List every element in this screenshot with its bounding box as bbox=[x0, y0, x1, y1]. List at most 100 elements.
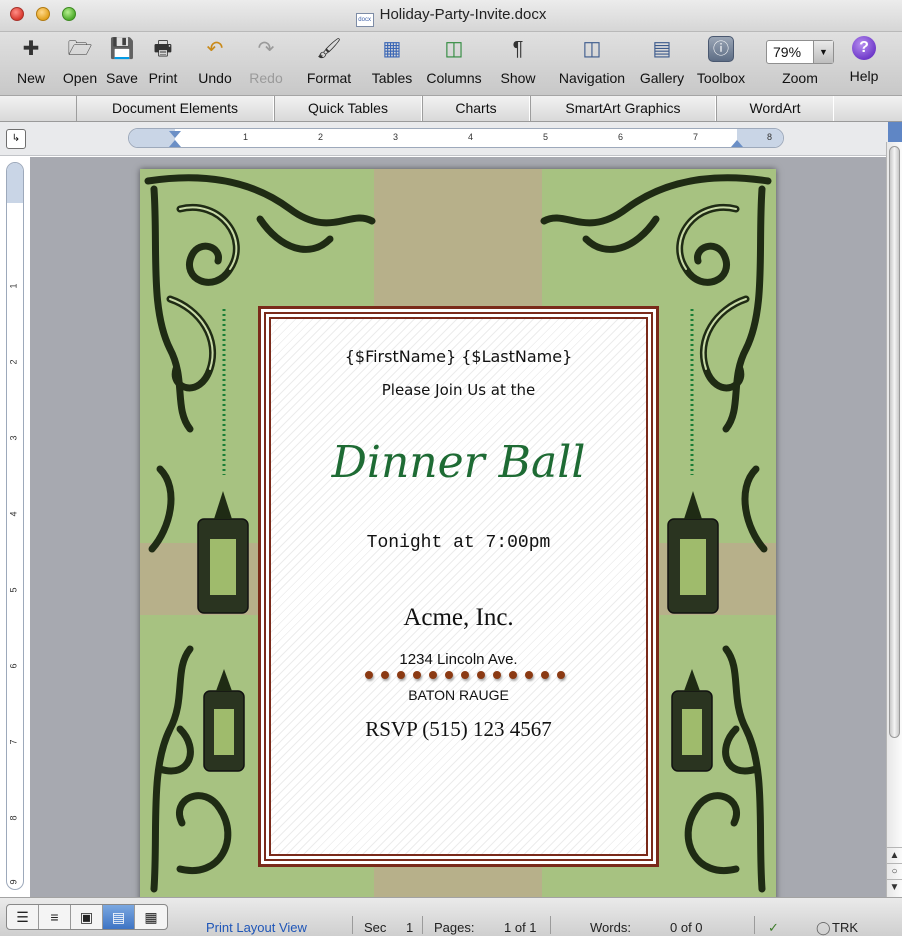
docx-file-icon: docx bbox=[355, 13, 374, 27]
new-document-icon: ✚ bbox=[22, 38, 40, 60]
vertical-scrollbar[interactable]: ▲ ○ ▼ bbox=[886, 142, 902, 897]
ruler-number: 5 bbox=[543, 132, 549, 142]
printer-icon: 🖶 bbox=[153, 38, 173, 60]
status-divider bbox=[352, 916, 353, 934]
notebook-layout-icon[interactable]: ▦ bbox=[135, 905, 167, 929]
save-disk-icon: 💾 bbox=[109, 38, 135, 60]
zoom-label-wrap: . Zoom bbox=[774, 36, 826, 86]
ruler-number: 3 bbox=[8, 435, 19, 441]
first-line-indent-marker[interactable] bbox=[169, 131, 181, 138]
ribbon-tab-bar: Document Elements Quick Tables Charts Sm… bbox=[0, 96, 902, 122]
track-changes-icon: ◯ bbox=[816, 920, 831, 935]
city-name[interactable]: BATON RAUGE bbox=[271, 687, 646, 703]
event-title[interactable]: Dinner Ball bbox=[271, 437, 646, 488]
help-button[interactable]: ? Help bbox=[842, 36, 886, 84]
show-button[interactable]: ¶ Show bbox=[496, 36, 540, 86]
format-brush-icon: 🖌 bbox=[316, 38, 342, 60]
track-changes-label[interactable]: TRK bbox=[832, 920, 858, 935]
current-view-label[interactable]: Print Layout View bbox=[206, 920, 307, 935]
toolbox-label: Toolbox bbox=[696, 70, 746, 86]
scroll-buttons: ▲ ○ ▼ bbox=[887, 847, 902, 895]
standard-toolbar: ✚ New 🗁 Open 💾 Save 🖶 Print ↶ Undo ↷ Red… bbox=[0, 32, 902, 96]
right-margin-area bbox=[737, 129, 783, 147]
redo-label: Redo bbox=[249, 70, 283, 86]
publishing-layout-icon[interactable]: ▣ bbox=[71, 905, 103, 929]
open-label: Open bbox=[62, 70, 98, 86]
new-button[interactable]: ✚ New bbox=[8, 36, 54, 86]
tab-stop-selector[interactable]: ↳ bbox=[6, 129, 26, 149]
invitation-page[interactable]: {$FirstName} {$LastName} Please Join Us … bbox=[140, 169, 776, 897]
divider-dot bbox=[461, 671, 469, 679]
navigation-button[interactable]: ◫ Navigation bbox=[552, 36, 632, 86]
divider-dot bbox=[525, 671, 533, 679]
tab-wordart[interactable]: WordArt bbox=[716, 96, 834, 121]
status-divider bbox=[422, 916, 423, 934]
tab-charts[interactable]: Charts bbox=[422, 96, 530, 121]
tab-quick-tables[interactable]: Quick Tables bbox=[274, 96, 422, 121]
undo-button[interactable]: ↶ Undo bbox=[192, 36, 238, 86]
undo-icon: ↶ bbox=[206, 38, 224, 60]
ruler-number: 8 bbox=[767, 132, 773, 142]
divider-dot bbox=[381, 671, 389, 679]
print-layout-view-icon[interactable]: ▤ bbox=[103, 905, 135, 929]
previous-page-icon[interactable]: ▲ bbox=[887, 847, 902, 863]
divider-dot bbox=[509, 671, 517, 679]
ruler-number: 1 bbox=[243, 132, 249, 142]
event-time[interactable]: Tonight at 7:00pm bbox=[271, 533, 646, 553]
invitation-intro[interactable]: Please Join Us at the bbox=[271, 381, 646, 399]
gallery-icon: ▤ bbox=[652, 38, 672, 60]
divider-dot bbox=[429, 671, 437, 679]
save-button[interactable]: 💾 Save bbox=[104, 36, 140, 86]
view-switcher: ☰ ≡ ▣ ▤ ▦ bbox=[6, 904, 168, 930]
toolbox-button[interactable]: ⓘ Toolbox bbox=[692, 36, 750, 86]
window-title-text: Holiday-Party-Invite.docx bbox=[379, 6, 547, 23]
vertical-ruler[interactable]: 1 2 3 4 5 6 7 8 9 bbox=[6, 162, 24, 890]
right-indent-marker[interactable] bbox=[731, 140, 743, 147]
horizontal-ruler[interactable]: 1 2 3 4 5 6 7 8 bbox=[128, 128, 784, 148]
draft-view-icon[interactable]: ☰ bbox=[7, 905, 39, 929]
columns-button[interactable]: ◫ Columns bbox=[424, 36, 484, 86]
pilcrow-icon: ¶ bbox=[512, 38, 524, 60]
status-divider bbox=[754, 916, 755, 934]
street-address[interactable]: 1234 Lincoln Ave. bbox=[271, 651, 646, 668]
words-value: 0 of 0 bbox=[670, 920, 703, 935]
guest-name-merge-fields[interactable]: {$FirstName} {$LastName} bbox=[271, 347, 646, 366]
divider-dot bbox=[397, 671, 405, 679]
document-canvas[interactable]: {$FirstName} {$LastName} Please Join Us … bbox=[30, 157, 886, 897]
show-label: Show bbox=[500, 70, 536, 86]
redo-button[interactable]: ↷ Redo bbox=[244, 36, 288, 86]
company-name[interactable]: Acme, Inc. bbox=[271, 604, 646, 632]
ruler-row: ↳ 1 2 3 4 5 6 7 8 bbox=[0, 122, 902, 156]
ruler-number: 8 bbox=[8, 815, 19, 821]
zoom-label: Zoom bbox=[782, 70, 818, 86]
status-divider bbox=[550, 916, 551, 934]
scroll-thumb[interactable] bbox=[889, 146, 900, 738]
browse-object-icon[interactable]: ○ bbox=[887, 863, 902, 879]
gallery-button[interactable]: ▤ Gallery bbox=[636, 36, 688, 86]
divider-dot bbox=[477, 671, 485, 679]
redo-icon: ↷ bbox=[257, 38, 275, 60]
open-button[interactable]: 🗁 Open bbox=[58, 36, 102, 86]
outline-view-icon[interactable]: ≡ bbox=[39, 905, 71, 929]
invitation-card[interactable]: {$FirstName} {$LastName} Please Join Us … bbox=[258, 306, 659, 867]
tables-label: Tables bbox=[371, 70, 413, 86]
gallery-label: Gallery bbox=[639, 70, 685, 86]
sidebar-toggle-icon[interactable] bbox=[888, 122, 902, 142]
tables-button[interactable]: ▦ Tables bbox=[368, 36, 416, 86]
format-label: Format bbox=[306, 70, 352, 86]
tab-document-elements[interactable]: Document Elements bbox=[76, 96, 274, 121]
print-button[interactable]: 🖶 Print bbox=[143, 36, 183, 86]
tab-smartart-graphics[interactable]: SmartArt Graphics bbox=[530, 96, 716, 121]
print-label: Print bbox=[148, 70, 178, 86]
format-button[interactable]: 🖌 Format bbox=[302, 36, 356, 86]
navigation-label: Navigation bbox=[558, 70, 626, 86]
left-indent-marker[interactable] bbox=[169, 140, 181, 147]
dotted-divider bbox=[365, 669, 575, 681]
rsvp-phone[interactable]: RSVP (515) 123 4567 bbox=[271, 717, 646, 742]
divider-dot bbox=[493, 671, 501, 679]
spelling-check-icon[interactable]: ✓ bbox=[768, 920, 779, 936]
ruler-number: 4 bbox=[468, 132, 474, 142]
columns-label: Columns bbox=[426, 70, 482, 86]
next-page-icon[interactable]: ▼ bbox=[887, 879, 902, 895]
help-label: Help bbox=[849, 68, 879, 84]
